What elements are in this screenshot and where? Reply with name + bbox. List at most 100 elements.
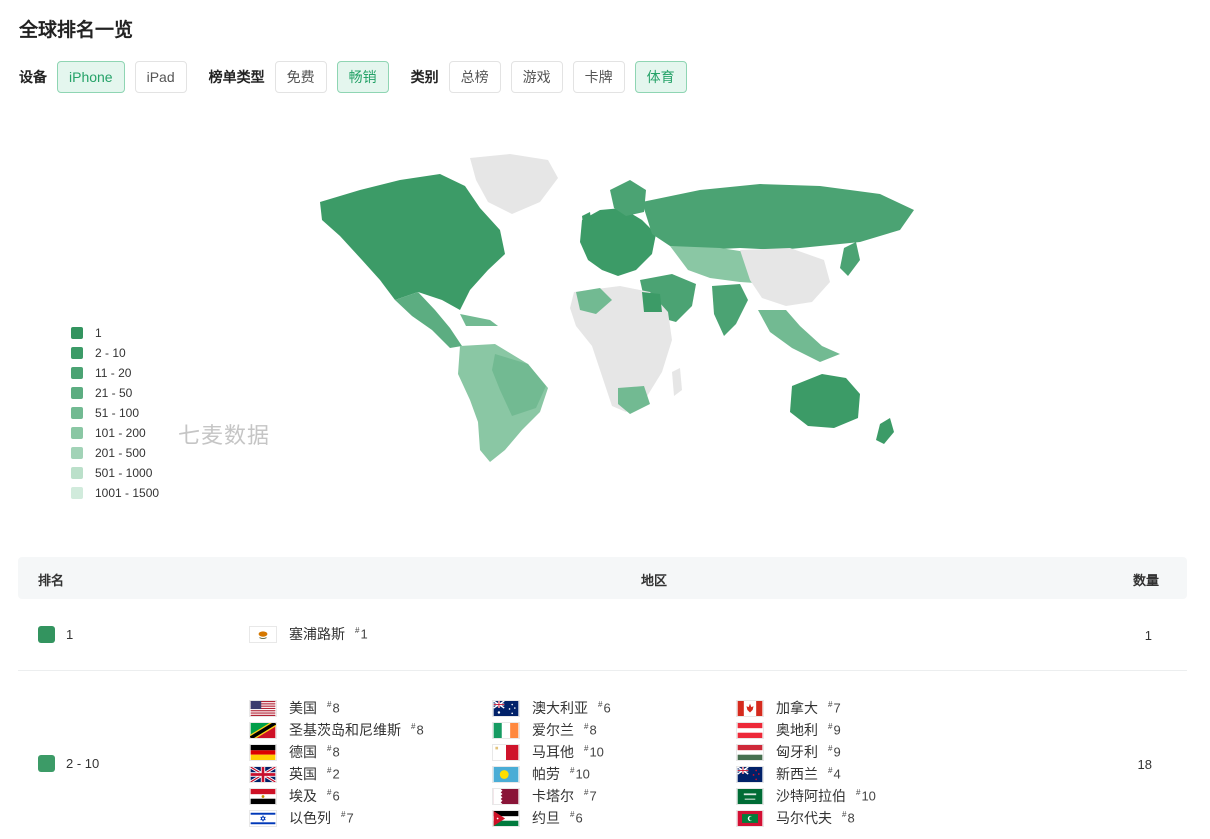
legend-label: 101 - 200: [95, 426, 146, 440]
country-item[interactable]: 马耳他 #10: [492, 742, 604, 762]
map-region-japan[interactable]: [840, 242, 860, 276]
rank-column-header: 排名: [38, 573, 65, 588]
country-name: 埃及: [289, 788, 317, 804]
map-region-russia[interactable]: [642, 184, 914, 250]
table-row-rank: 1: [38, 626, 73, 643]
country-item[interactable]: 圣基茨岛和尼维斯 #8: [249, 720, 424, 740]
country-rank: #1: [355, 626, 368, 642]
device-ipad-button[interactable]: iPad: [134, 61, 187, 93]
country-name: 帕劳: [532, 766, 560, 782]
country-rank: #9: [828, 722, 841, 738]
country-item[interactable]: 以色列 #7: [249, 808, 354, 828]
australia-flag-icon: [492, 699, 520, 717]
legend-label: 2 - 10: [95, 346, 126, 360]
maldives-flag-icon: [736, 809, 764, 827]
legend-swatch: [71, 367, 83, 379]
legend-item[interactable]: 21 - 50: [71, 383, 159, 403]
country-item[interactable]: 爱尔兰 #8: [492, 720, 597, 740]
country-rank: #8: [411, 722, 424, 738]
country-rank: #4: [828, 766, 841, 782]
row-count: 1: [1144, 628, 1152, 643]
legend-item[interactable]: 51 - 100: [71, 403, 159, 423]
ireland-flag-icon: [492, 721, 520, 739]
country-rank: #6: [570, 810, 583, 826]
country-item[interactable]: 美国 #8: [249, 698, 340, 718]
legend-item[interactable]: 501 - 1000: [71, 463, 159, 483]
country-rank: #2: [327, 766, 340, 782]
stkitts-flag-icon: [249, 721, 277, 739]
country-item[interactable]: 马尔代夫 #8: [736, 808, 855, 828]
rank-label: 1: [66, 627, 74, 642]
category-overall-button[interactable]: 总榜: [448, 61, 501, 93]
country-item[interactable]: 新西兰 #4: [736, 764, 841, 784]
country-rank: #10: [856, 788, 876, 804]
country-item[interactable]: 约旦 #6: [492, 808, 583, 828]
country-name: 美国: [289, 700, 317, 716]
country-item[interactable]: 沙特阿拉伯 #10: [736, 786, 876, 806]
country-name: 约旦: [532, 810, 560, 826]
map-legend: 1 2 - 10 11 - 20 21 - 50 51 - 100 101 - …: [71, 323, 159, 503]
legend-label: 1: [95, 326, 102, 340]
map-region-india[interactable]: [712, 284, 748, 336]
country-item[interactable]: 英国 #2: [249, 764, 340, 784]
legend-swatch: [71, 327, 83, 339]
map-region-australia[interactable]: [790, 374, 860, 428]
legend-item[interactable]: 11 - 20: [71, 363, 159, 383]
legend-item[interactable]: 201 - 500: [71, 443, 159, 463]
cyprus-flag-icon: [249, 625, 277, 643]
country-item[interactable]: 卡塔尔 #7: [492, 786, 597, 806]
country-item[interactable]: 澳大利亚 #6: [492, 698, 611, 718]
country-name: 以色列: [289, 810, 331, 826]
legend-item[interactable]: 1001 - 1500: [71, 483, 159, 503]
world-map[interactable]: [300, 150, 920, 470]
malta-flag-icon: [492, 743, 520, 761]
legend-item[interactable]: 1: [71, 323, 159, 343]
legend-swatch: [71, 347, 83, 359]
country-item[interactable]: 帕劳 #10: [492, 764, 590, 784]
map-region-caribbean[interactable]: [460, 314, 498, 326]
country-rank: #8: [842, 810, 855, 826]
map-region-europe[interactable]: [580, 208, 656, 276]
country-name: 奥地利: [776, 722, 818, 738]
legend-item[interactable]: 2 - 10: [71, 343, 159, 363]
egypt-flag-icon: [249, 787, 277, 805]
category-games-button[interactable]: 游戏: [510, 61, 563, 93]
country-item[interactable]: 加拿大 #7: [736, 698, 841, 718]
chart-type-free-button[interactable]: 免费: [274, 61, 327, 93]
country-name: 匈牙利: [776, 744, 818, 760]
map-region-new-zealand[interactable]: [876, 418, 894, 444]
country-item[interactable]: 塞浦路斯 #1: [249, 624, 368, 644]
rank-label: 2 - 10: [66, 756, 100, 771]
legend-item[interactable]: 101 - 200: [71, 423, 159, 443]
map-region-greenland[interactable]: [470, 154, 558, 214]
country-name: 马尔代夫: [776, 810, 832, 826]
map-region-southeast-asia[interactable]: [758, 310, 840, 362]
filter-bar: 设备 iPhone iPad 榜单类型 免费 畅销 类别 总榜 游戏 卡牌 体育: [19, 61, 697, 93]
page-title: 全球排名一览: [19, 20, 134, 41]
device-filter-label: 设备: [19, 69, 47, 85]
country-item[interactable]: 埃及 #6: [249, 786, 340, 806]
map-region-egypt[interactable]: [642, 292, 662, 312]
country-name: 英国: [289, 766, 317, 782]
country-rank: #10: [570, 766, 590, 782]
legend-label: 501 - 1000: [95, 466, 153, 480]
category-cards-button[interactable]: 卡牌: [572, 61, 625, 93]
country-name: 卡塔尔: [532, 788, 574, 804]
region-column-header: 地区: [641, 573, 668, 588]
country-rank: #8: [327, 700, 340, 716]
device-iphone-button[interactable]: iPhone: [57, 61, 125, 93]
map-region-china[interactable]: [740, 248, 830, 306]
category-sports-button[interactable]: 体育: [634, 61, 687, 93]
map-region-madagascar[interactable]: [672, 368, 682, 396]
country-item[interactable]: 德国 #8: [249, 742, 340, 762]
country-rank: #8: [584, 722, 597, 738]
legend-label: 201 - 500: [95, 446, 146, 460]
table-header: 排名 地区 数量: [18, 557, 1187, 599]
chart-type-grossing-button[interactable]: 畅销: [336, 61, 389, 93]
map-region-north-america[interactable]: [320, 174, 505, 310]
legend-swatch: [71, 467, 83, 479]
country-item[interactable]: 匈牙利 #9: [736, 742, 841, 762]
count-column-header: 数量: [1132, 573, 1159, 588]
country-name: 爱尔兰: [532, 722, 574, 738]
country-item[interactable]: 奥地利 #9: [736, 720, 841, 740]
